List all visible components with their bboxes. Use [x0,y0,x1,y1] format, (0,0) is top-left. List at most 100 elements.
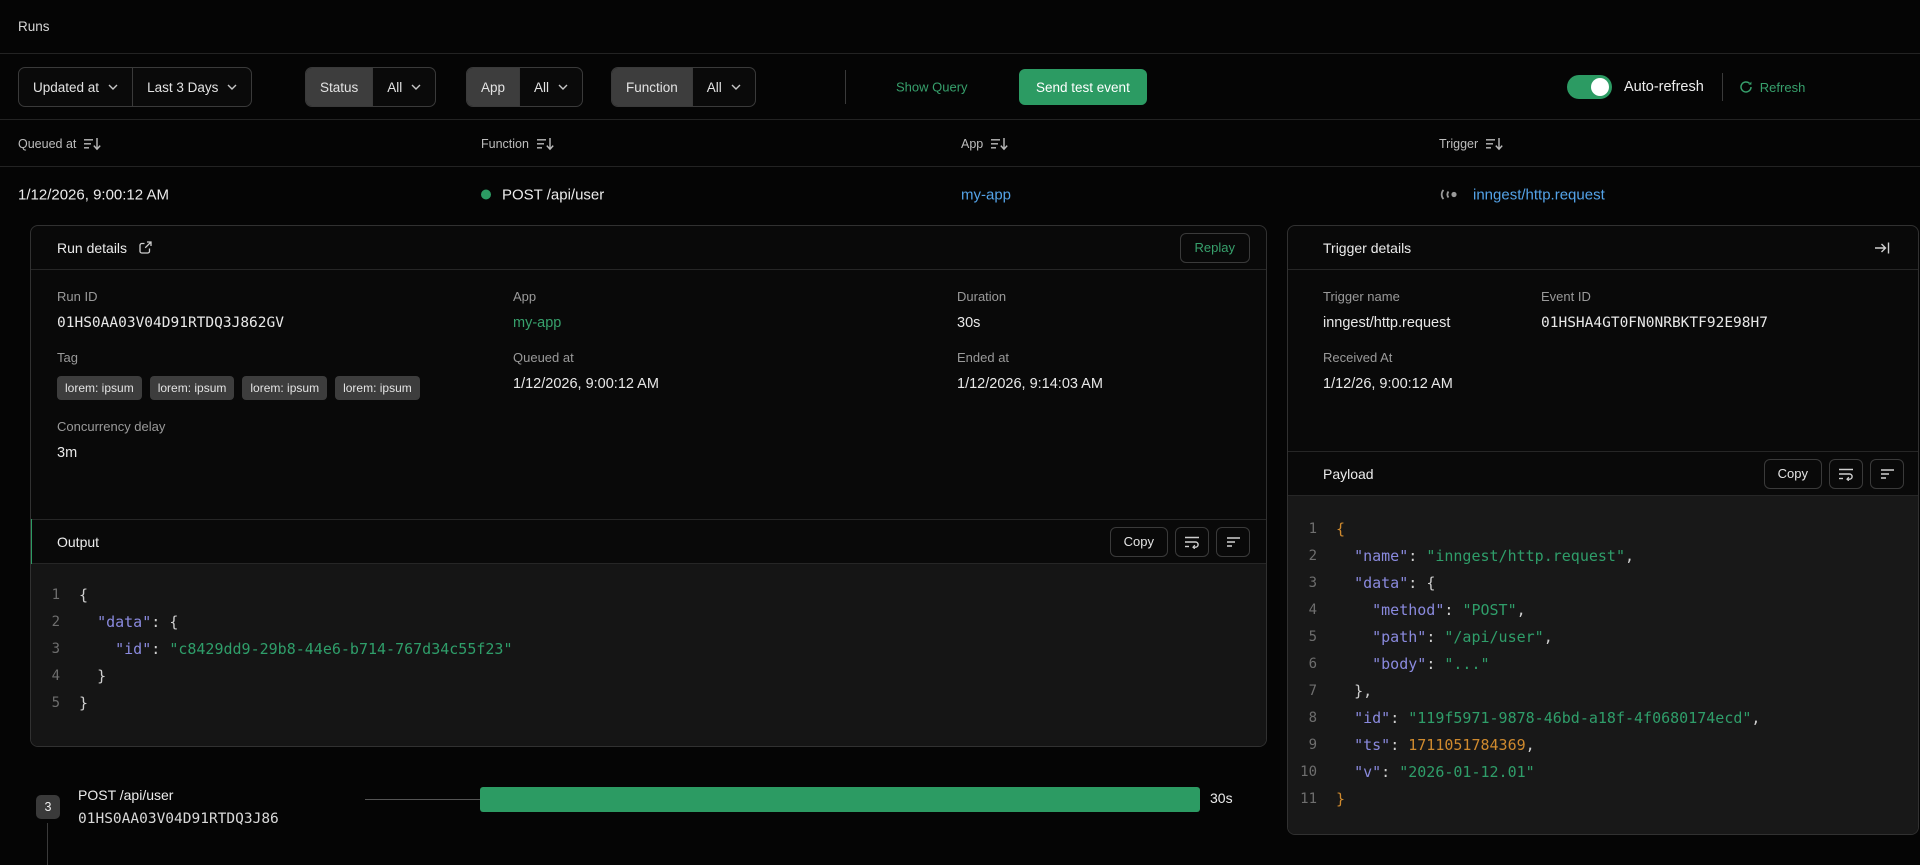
function-filter-value: All [706,79,722,95]
ended-at-value: 1/12/2026, 9:14:03 AM [957,376,1103,392]
line-number: 5 [1308,629,1317,645]
run-queued-at: 1/12/2026, 9:00:12 AM [18,186,169,203]
run-trigger-link[interactable]: inngest/http.request [1439,186,1605,203]
word-wrap-button[interactable] [1175,526,1209,557]
expand-lines-button[interactable] [1216,526,1250,557]
code-line: 2 "data": { [31,609,1266,636]
app-filter-label: App [467,68,520,106]
event-id-value: 01HSHA4GT0FN0NRBKTF92E98H7 [1541,315,1768,331]
refresh-label: Refresh [1759,79,1806,95]
code-line: 4 } [31,663,1266,690]
chevron-down-icon [558,84,568,90]
title-bar: Runs [0,0,1920,54]
field-trigger-name: Trigger name inngest/http.request [1323,289,1541,331]
run-id-value: 01HS0AA03V04D91RTDQ3J862GV [57,315,284,331]
app-link[interactable]: my-app [513,315,957,331]
app-filter-value: All [534,79,550,95]
function-filter-dropdown[interactable]: All [691,68,755,106]
field-run-id: Run ID 01HS0AA03V04D91RTDQ3J862GV [57,289,513,331]
code-line: 1{ [31,582,1266,609]
send-test-event-button[interactable]: Send test event [1019,69,1147,105]
code-line: 11} [1288,786,1918,813]
column-header-trigger[interactable]: Trigger [1439,137,1503,151]
run-details-panel: Run details Replay Run ID 01HS0AA03V04D9… [30,225,1267,747]
sort-field-value: Updated at [33,79,100,95]
tag-chip: lorem: ipsum [57,376,142,400]
field-concurrency-delay: Concurrency delay 3m [57,419,513,461]
timeline-duration-bar[interactable] [480,787,1200,812]
concurrency-delay-value: 3m [57,445,78,461]
timeline-step-label[interactable]: POST /api/user 01HS0AA03V04D91RTDQ3J86 [78,784,279,831]
line-number: 8 [1308,710,1317,726]
refresh-button[interactable]: Refresh [1739,79,1806,95]
auto-refresh-toggle[interactable] [1567,75,1612,99]
sort-icon [991,137,1008,150]
run-function: POST /api/user [481,186,604,203]
column-header-app[interactable]: App [961,137,1008,151]
refresh-icon [1740,81,1752,93]
trigger-details-header: Trigger details [1288,226,1918,270]
external-link-icon[interactable] [138,240,153,255]
sort-icon [1486,137,1503,150]
copy-output-button[interactable]: Copy [1109,526,1168,557]
show-query-button[interactable]: Show Query [896,80,968,95]
code-line: 9 "ts": 1711051784369, [1288,732,1918,759]
line-number: 3 [1308,575,1317,591]
column-header-queued-at[interactable]: Queued at [18,137,102,151]
payload-actions: Copy [1763,458,1904,489]
time-range-dropdown[interactable]: Last 3 Days [132,68,251,106]
filter-bar: Updated at Last 3 Days Status All App Al… [0,55,1920,120]
page-title: Runs [18,19,50,34]
line-number: 7 [1308,683,1317,699]
align-lines-icon [1226,536,1240,547]
copy-payload-button[interactable]: Copy [1763,458,1822,489]
code-line: 5} [31,690,1266,717]
column-header-function[interactable]: Function [481,137,554,151]
code-line: 3 "data": { [1288,570,1918,597]
trigger-details-fields: Trigger name inngest/http.request Event … [1288,270,1918,451]
field-queued-at: Queued at 1/12/2026, 9:00:12 AM [513,350,957,400]
output-section-header: Output Copy [31,519,1266,564]
replay-button[interactable]: Replay [1179,232,1250,263]
received-at-value: 1/12/26, 9:00:12 AM [1323,376,1453,392]
run-app-link[interactable]: my-app [961,186,1011,203]
line-number: 1 [1308,521,1317,537]
timeline-duration-label: 30s [1210,790,1233,806]
auto-refresh-label: Auto-refresh [1624,79,1704,95]
code-line: 5 "path": "/api/user", [1288,624,1918,651]
field-app: App my-app [513,289,957,331]
field-ended-at: Ended at 1/12/2026, 9:14:03 AM [957,350,1240,400]
code-line: 10 "v": "2026-01-12.01" [1288,759,1918,786]
line-number: 9 [1308,737,1317,753]
sort-icon [536,137,554,150]
run-row[interactable]: 1/12/2026, 9:00:12 AM POST /api/user my-… [0,168,1920,221]
app-filter-dropdown[interactable]: All [519,68,582,106]
trigger-name-value: inngest/http.request [1323,315,1451,331]
trigger-details-panel: Trigger details Trigger name inngest/htt… [1287,225,1919,835]
trigger-details-title: Trigger details [1323,239,1412,256]
code-line: 6 "body": "..." [1288,651,1918,678]
function-filter-label: Function [612,68,692,106]
code-line: 4 "method": "POST", [1288,597,1918,624]
word-wrap-icon [1839,468,1853,481]
app-filter: App All [466,67,584,107]
status-filter-dropdown[interactable]: All [372,68,435,106]
collapse-right-icon [1875,242,1890,253]
collapse-panel-button[interactable] [1872,239,1892,257]
function-filter: Function All [611,67,756,107]
step-count-badge: 3 [36,795,60,819]
expand-lines-button[interactable] [1870,458,1904,489]
word-wrap-icon [1185,536,1199,549]
line-number: 4 [1308,602,1317,618]
run-function-name: POST /api/user [502,186,605,203]
sort-field-dropdown[interactable]: Updated at [19,68,132,106]
timeline-lead-line [365,799,480,800]
word-wrap-button[interactable] [1829,458,1863,489]
chevron-down-icon [731,84,741,90]
duration-value: 30s [957,315,981,331]
tag-chip: lorem: ipsum [242,376,328,400]
field-tag: Tag lorem: ipsum lorem: ipsum lorem: ipsum… [57,350,513,400]
code-line: 8 "id": "119f5971-9878-46bd-a18f-4f06801… [1288,705,1918,732]
field-duration: Duration 30s [957,289,1240,331]
payload-title: Payload [1323,465,1374,482]
